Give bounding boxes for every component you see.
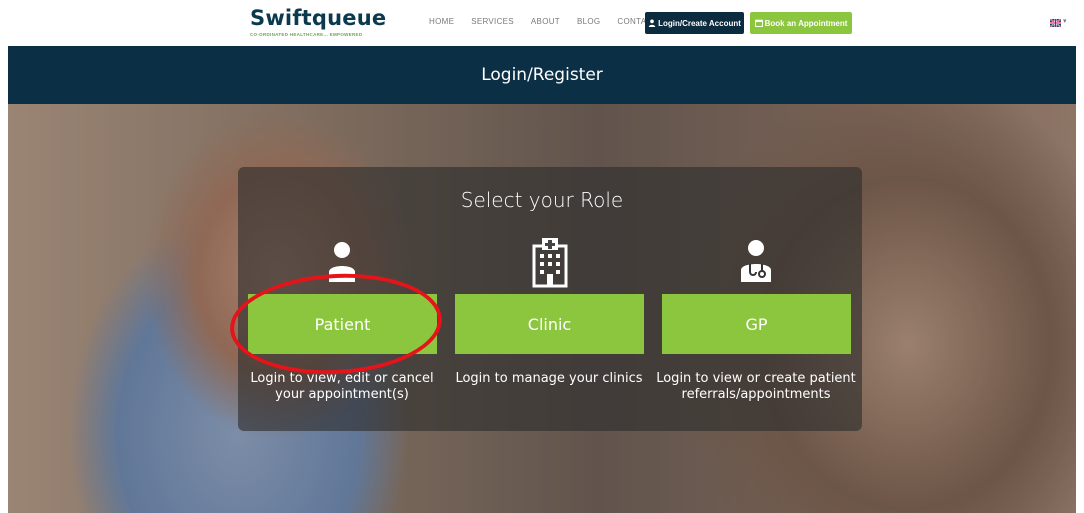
patient-role-button[interactable]: Patient [248,294,437,354]
clinic-button-label: Clinic [527,314,572,334]
nav-about[interactable]: ABOUT [531,17,560,26]
book-appointment-button[interactable]: Book an Appointment [750,12,852,34]
user-icon [648,19,656,27]
top-navbar: Swiftqueue CO-ORDINATED HEALTHCARE... EM… [0,0,1084,46]
page-header: Login/Register [8,46,1076,104]
page-title: Login/Register [481,65,603,85]
login-button-label: Login/Create Account [658,18,741,28]
hospital-building-icon [532,236,568,293]
nav-home[interactable]: HOME [429,17,454,26]
select-role-title: Select your Role [460,188,624,212]
clinic-role-button[interactable]: Clinic [455,294,644,354]
clinic-role-description: Login to manage your clinics [455,371,643,386]
patient-button-label: Patient [314,314,371,334]
main-nav: HOME SERVICES ABOUT BLOG CONTACT [429,17,675,26]
doctor-stethoscope-icon [738,238,774,291]
nav-services[interactable]: SERVICES [471,17,514,26]
language-dropdown-caret-icon[interactable]: ▾ [1063,17,1067,25]
nav-blog[interactable]: BLOG [577,17,600,26]
uk-flag-icon[interactable] [1050,19,1061,27]
gp-button-label: GP [745,314,768,334]
gp-role-description: Login to view or create patient referral… [656,371,856,402]
logo-tagline: CO-ORDINATED HEALTHCARE... EMPOWERED [250,32,363,37]
login-create-account-button[interactable]: Login/Create Account [645,12,744,34]
gp-role-button[interactable]: GP [662,294,851,354]
swiftqueue-logo[interactable]: Swiftqueue CO-ORDINATED HEALTHCARE... EM… [250,6,386,37]
logo-text: Swiftqueue [250,6,387,30]
book-button-label: Book an Appointment [764,18,848,28]
patient-role-description: Login to view, edit or cancel your appoi… [250,371,434,402]
patient-user-icon [326,240,358,291]
calendar-icon [754,19,763,27]
